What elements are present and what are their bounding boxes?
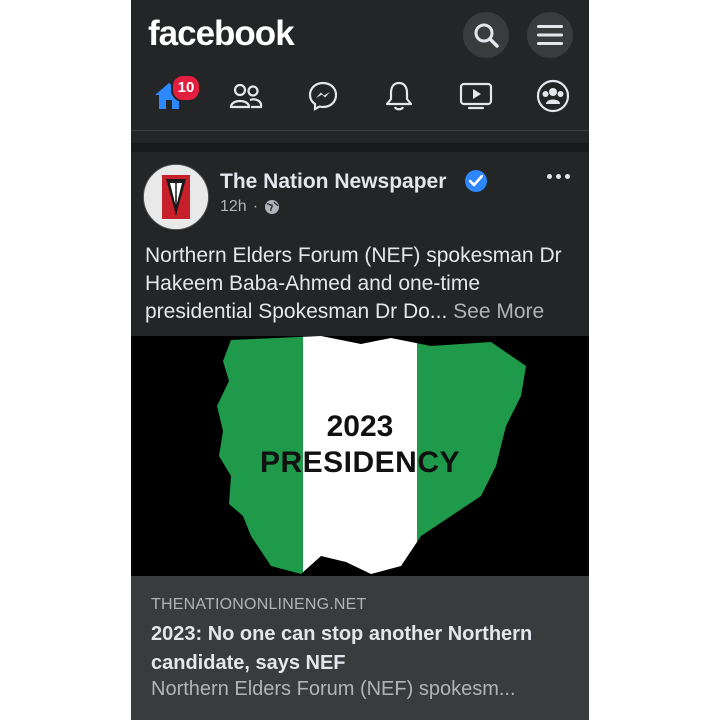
- verified-badge-icon: [465, 170, 487, 192]
- home-notification-badge: 10: [171, 74, 201, 102]
- menu-icon: [537, 25, 563, 45]
- post-options-button[interactable]: [547, 174, 570, 179]
- image-text-presidency: PRESIDENCY: [259, 446, 461, 479]
- tab-notifications[interactable]: [377, 76, 421, 116]
- top-bar: facebook: [131, 0, 589, 68]
- meta-separator: ·: [252, 198, 259, 215]
- groups-icon: [536, 79, 570, 113]
- search-button[interactable]: [463, 12, 509, 58]
- search-icon: [474, 23, 499, 48]
- feed-separator: [131, 143, 589, 152]
- more-dot-icon: [565, 174, 570, 179]
- link-preview[interactable]: THENATIONONLINENG.NET 2023: No one can s…: [131, 576, 589, 720]
- feed-post: The Nation Newspaper 12h · Northern Elde…: [131, 152, 589, 720]
- facebook-logo[interactable]: facebook: [148, 14, 295, 54]
- tab-home[interactable]: 10: [147, 74, 201, 116]
- phone-screen: facebook 10 The Nation Newspaper 12h · N…: [131, 0, 589, 720]
- post-meta: 12h ·: [220, 198, 280, 216]
- menu-button[interactable]: [527, 12, 573, 58]
- tab-bar: 10: [131, 70, 589, 124]
- tab-messenger[interactable]: [301, 76, 345, 116]
- header-divider: [131, 130, 589, 131]
- tab-friends[interactable]: [224, 76, 268, 116]
- link-title[interactable]: 2023: No one can stop another Northern c…: [151, 620, 581, 678]
- friends-icon: [229, 83, 263, 109]
- image-text-year: 2023: [326, 410, 394, 443]
- tab-watch[interactable]: [454, 76, 498, 116]
- more-dot-icon: [547, 174, 552, 179]
- post-caption: Northern Elders Forum (NEF) spokesman Dr…: [145, 242, 585, 326]
- post-time[interactable]: 12h: [220, 198, 247, 216]
- page-name[interactable]: The Nation Newspaper: [220, 170, 446, 194]
- newspaper-logo-icon: [144, 165, 208, 229]
- see-more-link[interactable]: See More: [453, 300, 544, 323]
- page-avatar[interactable]: [143, 164, 209, 230]
- bell-icon: [385, 81, 413, 111]
- globe-icon: [265, 200, 280, 214]
- video-icon: [459, 82, 493, 110]
- link-description: Northern Elders Forum (NEF) spokesm...: [151, 678, 516, 700]
- post-image[interactable]: 2023 PRESIDENCY: [131, 336, 589, 576]
- more-dot-icon: [556, 174, 561, 179]
- link-domain: THENATIONONLINENG.NET: [151, 596, 367, 613]
- messenger-icon: [308, 81, 338, 111]
- tab-groups[interactable]: [531, 76, 575, 116]
